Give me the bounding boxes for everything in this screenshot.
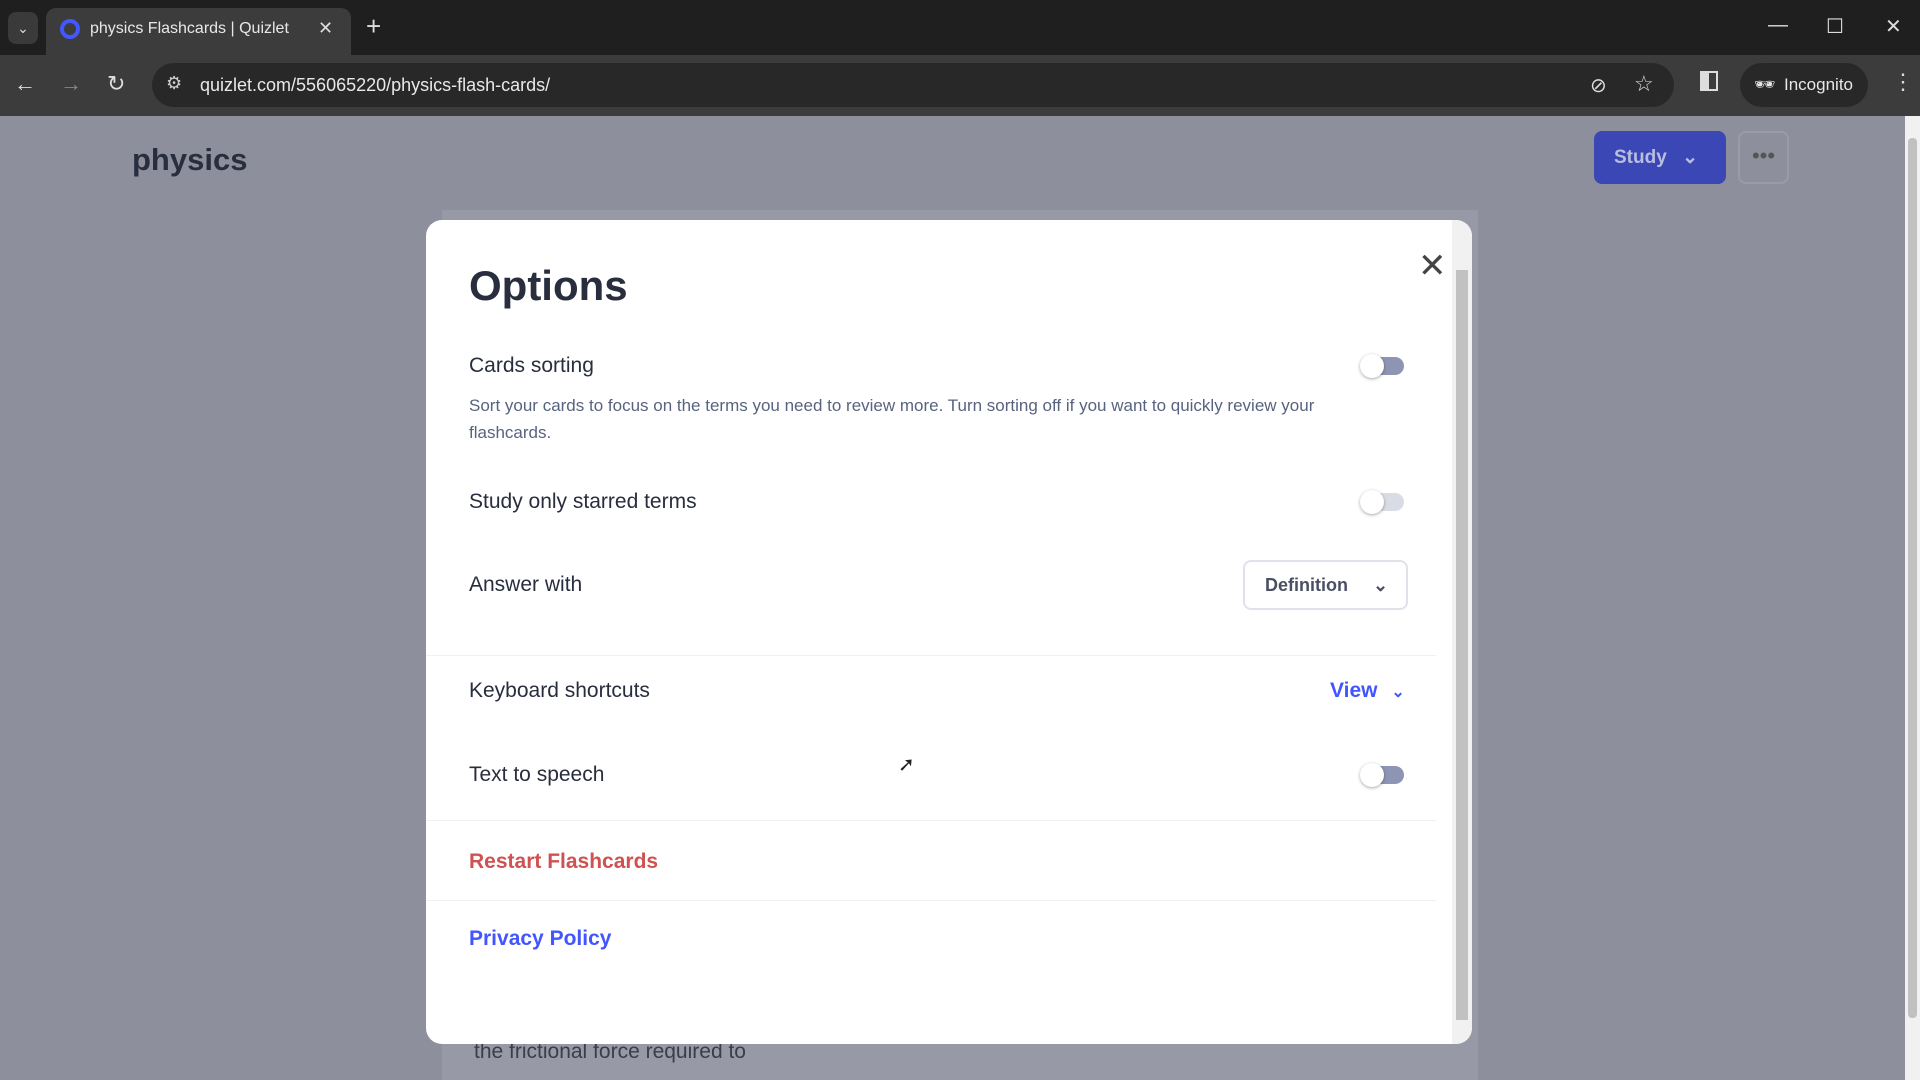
url-text[interactable]: quizlet.com/556065220/physics-flash-card… (200, 75, 550, 96)
view-shortcuts-button[interactable]: View ⌄ (1330, 679, 1405, 703)
starred-label: Study only starred terms (469, 490, 697, 513)
tab-title: physics Flashcards | Quizlet (90, 20, 289, 37)
privacy-policy-link[interactable]: Privacy Policy (469, 927, 611, 951)
answer-with-dropdown[interactable]: Definition ⌄ (1243, 560, 1408, 610)
dropdown-value: Definition (1265, 575, 1348, 595)
side-panel-icon[interactable] (1700, 71, 1718, 91)
incognito-icon: 🕶 (1754, 75, 1776, 94)
close-tab-icon[interactable]: ✕ (318, 18, 333, 39)
cards-sorting-label: Cards sorting (469, 354, 594, 377)
address-bar[interactable]: ⚙ quizlet.com/556065220/physics-flash-ca… (152, 63, 1674, 107)
chevron-down-icon: ⌄ (1391, 684, 1405, 701)
maximize-icon[interactable]: ☐ (1826, 14, 1844, 39)
starred-toggle[interactable] (1360, 490, 1404, 514)
tab-search-icon[interactable]: ⌄ (8, 12, 38, 44)
star-icon[interactable]: ☆ (1634, 71, 1654, 97)
tts-toggle[interactable] (1360, 763, 1404, 787)
new-tab-icon[interactable]: + (366, 13, 381, 39)
chevron-down-icon: ⌄ (1373, 575, 1389, 595)
kebab-menu-icon[interactable]: ⋮ (1892, 69, 1914, 95)
mouse-cursor-icon: ➚ (898, 754, 915, 776)
browser-toolbar: ← → ↻ ⚙ quizlet.com/556065220/physics-fl… (0, 55, 1920, 116)
scrollbar-thumb[interactable] (1908, 138, 1917, 1018)
quizlet-favicon (60, 19, 80, 39)
divider (426, 655, 1436, 656)
divider (426, 820, 1436, 821)
site-settings-icon[interactable]: ⚙ (166, 73, 182, 94)
cards-sorting-description: Sort your cards to focus on the terms yo… (469, 396, 1315, 442)
minimize-icon[interactable]: — (1768, 14, 1788, 37)
modal-title: Options (469, 262, 628, 309)
answer-with-label: Answer with (469, 573, 583, 596)
cards-sorting-toggle[interactable] (1360, 354, 1404, 378)
window-close-icon[interactable]: ✕ (1885, 14, 1902, 39)
forward-icon[interactable]: → (60, 71, 82, 97)
options-modal: Options ✕ Cards sorting Sort your cards … (426, 220, 1472, 1044)
divider (426, 900, 1436, 901)
page-title: physics (132, 142, 248, 177)
eye-off-icon[interactable]: ⊘ (1590, 73, 1607, 98)
scrollbar-thumb[interactable] (1456, 270, 1468, 1020)
modal-scrollbar[interactable] (1452, 220, 1472, 1044)
back-icon[interactable]: ← (14, 71, 36, 97)
tab-strip: ⌄ physics Flashcards | Quizlet ✕ + — ☐ ✕ (0, 0, 1920, 55)
incognito-badge[interactable]: 🕶 Incognito (1740, 63, 1868, 107)
study-label: Study (1614, 147, 1667, 168)
tts-label: Text to speech (469, 763, 605, 786)
study-button[interactable]: Study ⌄ (1594, 131, 1726, 184)
incognito-label: Incognito (1784, 75, 1853, 94)
browser-tab[interactable]: physics Flashcards | Quizlet ✕ (46, 8, 351, 55)
page-scrollbar[interactable] (1905, 116, 1920, 1080)
view-label: View (1330, 679, 1378, 702)
more-options-button[interactable]: ••• (1738, 131, 1789, 184)
reload-icon[interactable]: ↻ (107, 71, 125, 97)
close-icon[interactable]: ✕ (1418, 246, 1447, 286)
keyboard-shortcuts-label: Keyboard shortcuts (469, 679, 650, 702)
chevron-down-icon: ⌄ (1682, 147, 1698, 168)
restart-flashcards-button[interactable]: Restart Flashcards (469, 850, 658, 874)
